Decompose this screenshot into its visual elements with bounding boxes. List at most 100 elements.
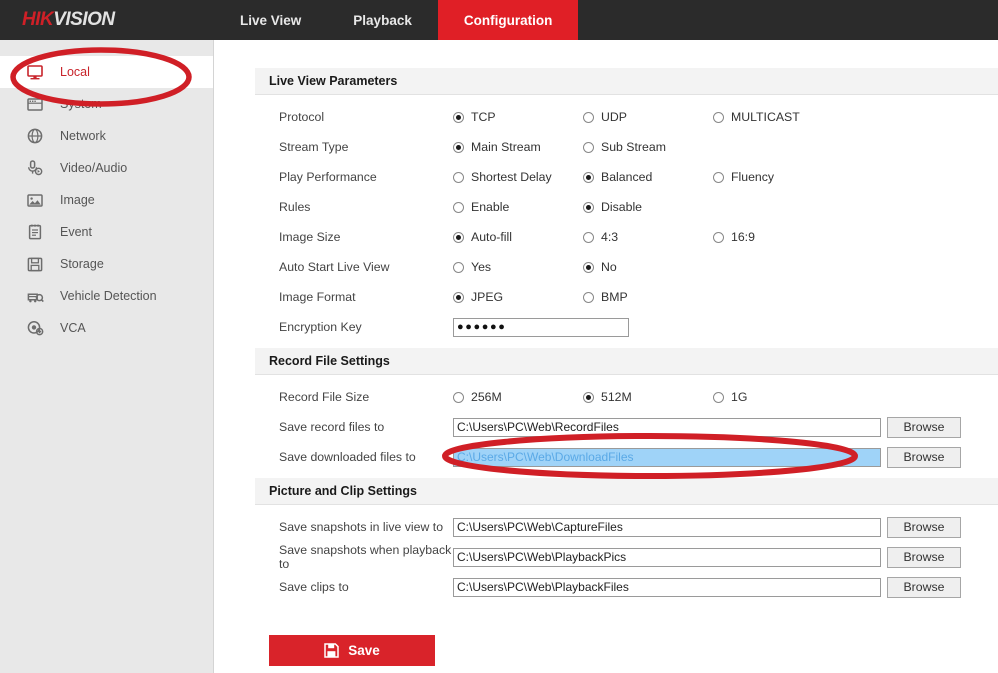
sidebar-item-label: System — [60, 96, 102, 111]
row-stream-type: Stream Type Main Stream Sub Stream — [255, 132, 998, 162]
radio-label: Balanced — [601, 170, 653, 184]
radio-label: 1G — [731, 390, 748, 404]
radio-protocol-tcp[interactable]: TCP — [453, 110, 583, 124]
row-save-downloaded-files-to: Save downloaded files to C:\Users\PC\Web… — [255, 442, 998, 472]
browse-button-downloaded-files[interactable]: Browse — [887, 446, 961, 468]
label-image-format: Image Format — [279, 290, 356, 304]
live-view-parameters-panel: Live View Parameters Protocol TCP UDP MU… — [255, 68, 998, 348]
sidebar-item-local[interactable]: Local — [0, 56, 213, 88]
label-save-downloaded-files-to: Save downloaded files to — [279, 450, 416, 464]
main-nav-tabs: Live View Playback Configuration — [214, 0, 579, 40]
sidebar-item-vehicle-detection[interactable]: Vehicle Detection — [0, 280, 213, 312]
radio-rules-enable[interactable]: Enable — [453, 200, 583, 214]
radio-dot-icon — [583, 171, 594, 183]
save-button[interactable]: Save — [269, 635, 435, 666]
radio-format-jpeg[interactable]: JPEG — [453, 290, 583, 304]
browse-button-record-files[interactable]: Browse — [887, 416, 961, 438]
radio-protocol-udp[interactable]: UDP — [583, 110, 713, 124]
radio-size-16-9[interactable]: 16:9 — [713, 230, 843, 244]
radio-dot-icon — [453, 231, 464, 243]
radio-label: Yes — [471, 260, 492, 274]
radio-perf-fluency[interactable]: Fluency — [713, 170, 843, 184]
sidebar-item-label: Image — [60, 192, 95, 207]
save-snapshots-playback-path-input[interactable]: C:\Users\PC\Web\PlaybackPics — [453, 547, 881, 567]
sidebar-item-label: Network — [60, 128, 106, 143]
radio-perf-balanced[interactable]: Balanced — [583, 170, 713, 184]
globe-icon — [24, 126, 46, 146]
save-button-label: Save — [348, 643, 380, 658]
radio-dot-icon — [583, 391, 594, 403]
vca-icon — [24, 318, 46, 338]
radio-protocol-multicast[interactable]: MULTICAST — [713, 110, 843, 124]
radio-recsize-256m[interactable]: 256M — [453, 390, 583, 404]
radio-autostart-no[interactable]: No — [583, 260, 713, 274]
radio-label: No — [601, 260, 617, 274]
sidebar-item-video-audio[interactable]: Video/Audio — [0, 152, 213, 184]
label-save-record-files-to: Save record files to — [279, 420, 385, 434]
save-record-files-path-input[interactable]: C:\Users\PC\Web\RecordFiles — [453, 417, 881, 437]
tab-configuration[interactable]: Configuration — [437, 0, 579, 40]
radio-perf-shortest-delay[interactable]: Shortest Delay — [453, 170, 583, 184]
radio-size-4-3[interactable]: 4:3 — [583, 230, 713, 244]
picture-and-clip-settings-body: Save snapshots in live view to C:\Users\… — [255, 505, 998, 608]
row-encryption-key: Encryption Key ●●●●●● — [255, 312, 998, 342]
logo-text-vision: VISION — [53, 9, 115, 30]
radio-dot-icon — [583, 201, 594, 213]
radio-label: 512M — [601, 390, 632, 404]
radio-size-auto-fill[interactable]: Auto-fill — [453, 230, 583, 244]
radio-label: Auto-fill — [471, 230, 513, 244]
radio-stream-main[interactable]: Main Stream — [453, 140, 583, 154]
save-downloaded-files-path-input[interactable]: C:\Users\PC\Web\DownloadFiles — [453, 447, 881, 467]
sidebar-item-image[interactable]: Image — [0, 184, 213, 216]
sidebar-item-event[interactable]: Event — [0, 216, 213, 248]
section-title-record-file: Record File Settings — [255, 348, 998, 375]
radio-dot-icon — [713, 111, 724, 123]
encryption-key-input[interactable]: ●●●●●● — [453, 317, 629, 337]
tab-live-view[interactable]: Live View — [214, 0, 327, 40]
record-file-settings-body: Record File Size 256M 512M 1G Save recor… — [255, 375, 998, 478]
sidebar-item-storage[interactable]: Storage — [0, 248, 213, 280]
label-record-file-size: Record File Size — [279, 390, 370, 404]
row-auto-start-live-view: Auto Start Live View Yes No — [255, 252, 998, 282]
sidebar-top-spacer — [0, 40, 213, 56]
sidebar-item-label: Vehicle Detection — [60, 288, 157, 303]
radio-label: TCP — [471, 110, 496, 124]
hikvision-logo: HIK VISION — [0, 0, 214, 40]
label-save-clips-to: Save clips to — [279, 580, 349, 594]
radio-dot-icon — [453, 261, 464, 273]
save-snapshots-live-view-path-input[interactable]: C:\Users\PC\Web\CaptureFiles — [453, 517, 881, 537]
sidebar-item-vca[interactable]: VCA — [0, 312, 213, 344]
browse-button-snapshots-playback[interactable]: Browse — [887, 546, 961, 568]
radio-label: Fluency — [731, 170, 775, 184]
row-record-file-size: Record File Size 256M 512M 1G — [255, 382, 998, 412]
radio-format-bmp[interactable]: BMP — [583, 290, 713, 304]
row-play-performance: Play Performance Shortest Delay Balanced… — [255, 162, 998, 192]
radio-stream-sub[interactable]: Sub Stream — [583, 140, 713, 154]
radio-recsize-512m[interactable]: 512M — [583, 390, 713, 404]
row-save-snapshots-live-view: Save snapshots in live view to C:\Users\… — [255, 512, 998, 542]
row-rules: Rules Enable Disable — [255, 192, 998, 222]
row-save-record-files-to: Save record files to C:\Users\PC\Web\Rec… — [255, 412, 998, 442]
browse-button-snapshots-live-view[interactable]: Browse — [887, 516, 961, 538]
row-protocol: Protocol TCP UDP MULTICAST — [255, 102, 998, 132]
radio-label: UDP — [601, 110, 627, 124]
sidebar-item-label: Storage — [60, 256, 104, 271]
tab-playback[interactable]: Playback — [327, 0, 438, 40]
radio-recsize-1g[interactable]: 1G — [713, 390, 843, 404]
logo-text-hik: HIK — [22, 9, 54, 30]
radio-dot-icon — [453, 391, 464, 403]
sidebar-item-network[interactable]: Network — [0, 120, 213, 152]
label-save-snapshots-live-view: Save snapshots in live view to — [279, 520, 444, 534]
top-navigation-bar: HIK VISION Live View Playback Configurati… — [0, 0, 998, 40]
label-auto-start-live-view: Auto Start Live View — [279, 260, 390, 274]
system-icon — [24, 94, 46, 114]
radio-label: Enable — [471, 200, 510, 214]
sidebar-item-system[interactable]: System — [0, 88, 213, 120]
floppy-disk-icon — [324, 643, 339, 658]
radio-autostart-yes[interactable]: Yes — [453, 260, 583, 274]
browse-button-clips[interactable]: Browse — [887, 576, 961, 598]
radio-rules-disable[interactable]: Disable — [583, 200, 713, 214]
save-clips-path-input[interactable]: C:\Users\PC\Web\PlaybackFiles — [453, 577, 881, 597]
section-title-picture-clip: Picture and Clip Settings — [255, 478, 998, 505]
radio-dot-icon — [583, 261, 594, 273]
